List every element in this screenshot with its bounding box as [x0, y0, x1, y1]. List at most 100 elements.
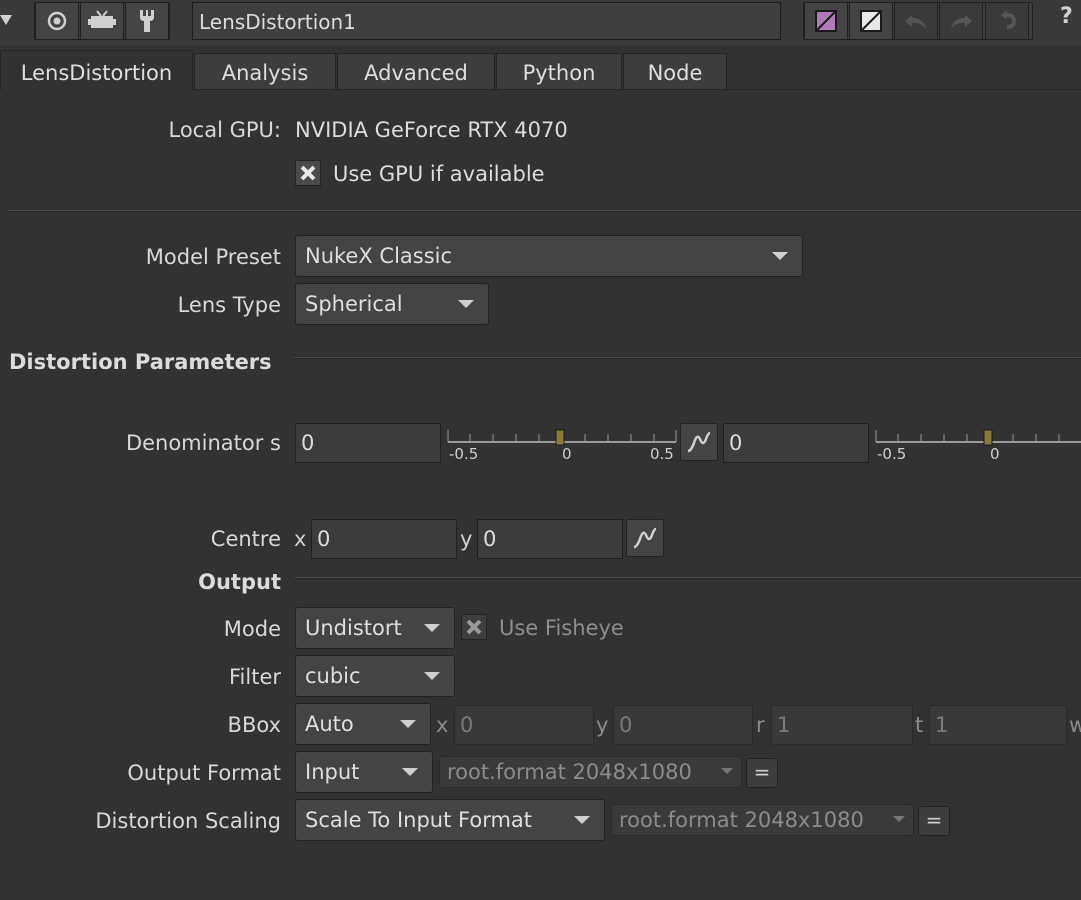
slider-1-min-tick: -0.5: [449, 445, 479, 463]
output-format-equals-button[interactable]: =: [746, 758, 778, 788]
distortion-scaling-root-value: root.format 2048x1080: [619, 808, 864, 832]
mode-label: Mode: [223, 617, 281, 641]
distortion-scaling-equals-button[interactable]: =: [918, 806, 950, 836]
use-gpu-checkbox[interactable]: [295, 160, 321, 186]
check-x-icon: [466, 619, 482, 635]
chevron-down-icon: [574, 816, 590, 824]
lens-type-value: Spherical: [305, 292, 403, 316]
output-format-dropdown[interactable]: Input: [295, 751, 433, 793]
chevron-down-icon: [424, 624, 440, 632]
centre-y-label: y: [460, 527, 473, 551]
local-gpu-value: NVIDIA GeForce RTX 4070: [295, 118, 568, 142]
chevron-down-icon: [893, 816, 905, 822]
centre-animation-curve-button[interactable]: [626, 519, 664, 557]
redo-icon: [951, 15, 972, 29]
viewer-icon: [47, 11, 67, 31]
centre-y-field[interactable]: 0: [477, 519, 623, 559]
collapse-arrow-icon[interactable]: [0, 10, 14, 30]
chevron-down-icon: [400, 720, 416, 728]
centre-x-field[interactable]: 0: [311, 519, 457, 559]
bbox-x-field[interactable]: 0: [454, 705, 594, 745]
bbox-y-label: y: [596, 713, 609, 737]
mode-dropdown[interactable]: Undistort: [295, 607, 455, 649]
wrench-button[interactable]: [125, 2, 169, 40]
filter-value: cubic: [305, 664, 361, 688]
chevron-down-icon: [424, 672, 440, 680]
output-heading: Output: [198, 570, 281, 594]
output-format-value: Input: [305, 760, 360, 784]
distortion-scaling-label: Distortion Scaling: [95, 809, 281, 833]
pink-color-button[interactable]: [804, 2, 848, 40]
revert-button[interactable]: [985, 2, 1029, 40]
model-preset-value: NukeX Classic: [305, 244, 453, 268]
divider: [294, 577, 1081, 579]
output-format-root-value: root.format 2048x1080: [447, 760, 692, 784]
use-fisheye-checkbox[interactable]: [461, 614, 487, 640]
slider-handle: [555, 429, 565, 446]
divider: [294, 357, 1081, 359]
pink-color-swatch-icon: [815, 10, 837, 32]
chevron-down-icon: [458, 300, 474, 308]
distortion-scaling-root-dropdown[interactable]: root.format 2048x1080: [611, 804, 914, 836]
slider-1-max-tick: 0.5: [650, 445, 674, 463]
bbox-w-label: w: [1069, 713, 1081, 737]
bbox-t-field[interactable]: 1: [929, 705, 1067, 745]
wrench-icon: [140, 10, 154, 32]
filter-label: Filter: [228, 665, 281, 689]
node-name-field[interactable]: LensDistortion1: [192, 2, 781, 40]
white-color-swatch-icon: [860, 10, 882, 32]
slider-2-mid-tick: 0: [990, 445, 1000, 463]
bbox-y-field[interactable]: 0: [613, 705, 753, 745]
use-gpu-label: Use GPU if available: [333, 162, 545, 186]
bbox-label: BBox: [227, 713, 281, 737]
centre-label: Centre: [210, 527, 281, 551]
tab-node[interactable]: Node: [623, 53, 727, 89]
filter-dropdown[interactable]: cubic: [295, 655, 455, 697]
bbox-t-label: t: [915, 713, 924, 737]
distortion-scaling-dropdown[interactable]: Scale To Input Format: [295, 799, 605, 841]
bbox-dropdown[interactable]: Auto: [295, 703, 431, 745]
tab-python[interactable]: Python: [496, 53, 622, 89]
lens-type-label: Lens Type: [177, 293, 281, 317]
slider-2-min-tick: -0.5: [877, 445, 907, 463]
output-format-label: Output Format: [127, 761, 281, 785]
check-x-icon: [300, 165, 316, 181]
help-button[interactable]: ?: [1060, 4, 1073, 29]
redo-button[interactable]: [939, 2, 983, 40]
denominator-label: Denominator s: [125, 431, 281, 455]
denominator-field-1[interactable]: 0: [295, 423, 441, 463]
curve-icon: [687, 431, 711, 453]
revert-icon: [1001, 10, 1016, 29]
viewer-button[interactable]: [35, 2, 79, 40]
curve-icon: [633, 527, 657, 549]
output-format-root-dropdown[interactable]: root.format 2048x1080: [439, 756, 742, 788]
tv-button[interactable]: [80, 2, 124, 40]
chevron-down-icon: [402, 768, 418, 776]
centre-x-label: x: [294, 527, 307, 551]
bbox-value: Auto: [305, 712, 354, 736]
white-color-button[interactable]: [849, 2, 893, 40]
tab-analysis[interactable]: Analysis: [194, 53, 336, 89]
bbox-r-field[interactable]: 1: [771, 705, 913, 745]
chevron-down-icon: [772, 252, 788, 260]
lens-type-dropdown[interactable]: Spherical: [295, 283, 489, 325]
model-preset-label: Model Preset: [145, 245, 281, 269]
chevron-down-icon: [721, 768, 733, 774]
bbox-x-label: x: [436, 713, 449, 737]
tab-lensdistortion[interactable]: LensDistortion: [0, 50, 193, 90]
use-fisheye-label: Use Fisheye: [499, 616, 624, 640]
tv-icon: [88, 10, 116, 28]
local-gpu-label: Local GPU:: [168, 118, 282, 142]
undo-button[interactable]: [894, 2, 938, 40]
tab-advanced[interactable]: Advanced: [337, 53, 495, 89]
mode-value: Undistort: [305, 616, 402, 640]
model-preset-dropdown[interactable]: NukeX Classic: [295, 235, 803, 277]
slider-handle: [983, 429, 993, 446]
slider-1-mid-tick: 0: [562, 445, 572, 463]
denominator-field-2[interactable]: 0: [723, 423, 869, 463]
undo-icon: [905, 15, 926, 29]
bbox-r-label: r: [756, 713, 765, 737]
animation-curve-button[interactable]: [680, 423, 718, 461]
divider: [8, 210, 1081, 212]
distortion-scaling-value: Scale To Input Format: [305, 808, 533, 832]
